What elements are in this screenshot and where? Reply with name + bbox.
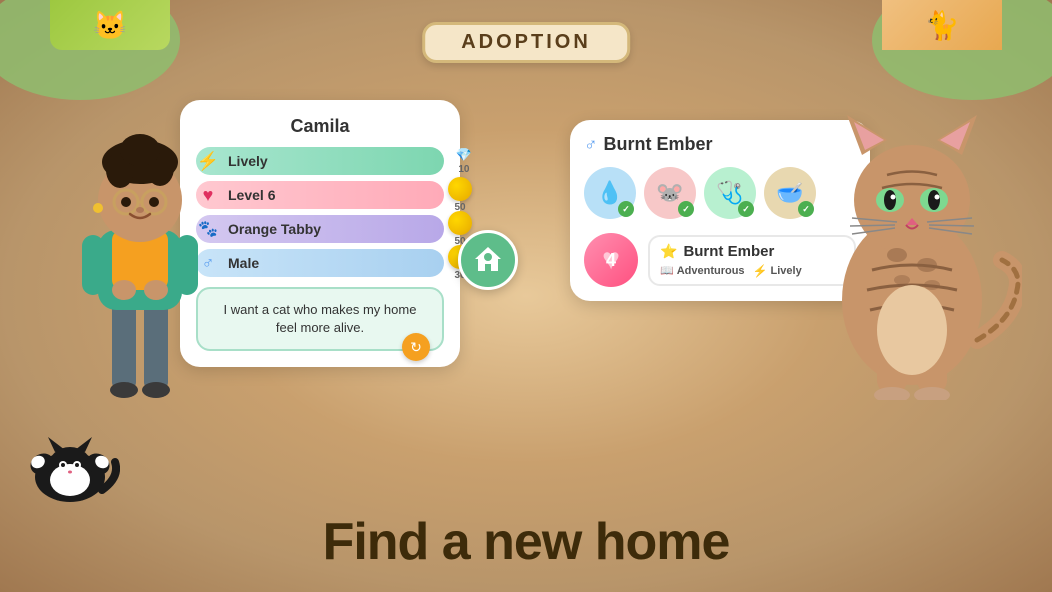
check-water: ✓ [618,201,634,217]
stat-bar-lively: ⚡ Lively [196,147,444,175]
item-medical: 🩺 ✓ [704,167,756,219]
top-strip-left: 🐱 [50,0,170,50]
character-camila [60,80,220,420]
camila-title: Camila [196,116,444,137]
speech-text: I want a cat who makes my home feel more… [224,302,417,335]
stat-bar-level: ♥ Level 6 [196,181,444,209]
stat-label-level: Level 6 [228,187,275,203]
speech-bubble: I want a cat who makes my home feel more… [196,287,444,351]
food-icon: 🥣 [776,180,803,206]
stat-label-male: Male [228,255,259,271]
trait-adventurous-label: Adventurous [677,265,745,277]
stat-row-male: ♂ Male 30 [196,249,444,277]
mouse-icon: 🐭 [656,180,683,206]
heart-level-badge: 4 [584,233,638,287]
stat-row-tabby: 🐾 Orange Tabby 50 [196,215,444,243]
bolt-icon: ⚡ [753,264,768,278]
camila-svg [60,80,220,420]
stat-label-tabby: Orange Tabby [228,221,321,237]
trait-lively: ⚡ Lively [753,264,802,278]
pet-name-label: Burnt Ember [683,243,774,260]
tagline-text: Find a new home [323,513,730,571]
stat-bar-tabby: 🐾 Orange Tabby [196,215,444,243]
trait-lively-label: Lively [771,265,802,277]
refresh-icon: ↻ [410,338,422,358]
heart-number: 4 [606,250,616,271]
water-icon: 💧 [596,180,623,206]
center-home-icon [458,230,518,290]
stat-row-lively: ⚡ Lively 💎 10 [196,147,444,175]
top-strip-right: 🐈 [882,0,1002,50]
check-medical: ✓ [738,201,754,217]
stat-cost-lively: 💎 10 [456,147,472,175]
small-cat [20,422,120,502]
medical-icon: 🩺 [716,180,743,206]
gender-icon-right: ♂ [584,134,598,155]
book-icon: 📖 [660,264,674,277]
left-card: Camila ⚡ Lively 💎 10 ♥ Level 6 50 🐾 Oran… [180,100,460,367]
star-icon: ⭐ [660,243,677,260]
stat-number-lively: 10 [458,164,469,175]
trait-adventurous: 📖 Adventurous [660,264,745,278]
burnt-ember-name: Burnt Ember [604,134,713,155]
stat-cost-level: 50 [448,177,472,213]
stat-row-level: ♥ Level 6 50 [196,181,444,209]
refresh-button[interactable]: ↻ [402,333,430,361]
adoption-label: ADOPTION [461,31,591,53]
coin-tabby [448,211,472,235]
home-svg [471,243,505,277]
small-cat-svg [20,422,120,502]
tagline: Find a new home [0,512,1052,572]
stat-bar-male: ♂ Male [196,249,444,277]
check-mouse: ✓ [678,201,694,217]
coin-level [448,177,472,201]
cat-svg [802,60,1022,400]
stat-label-lively: Lively [228,153,268,169]
item-mouse: 🐭 ✓ [644,167,696,219]
item-water: 💧 ✓ [584,167,636,219]
adoption-banner: ADOPTION [422,22,630,63]
cat-illustration [802,60,1022,400]
